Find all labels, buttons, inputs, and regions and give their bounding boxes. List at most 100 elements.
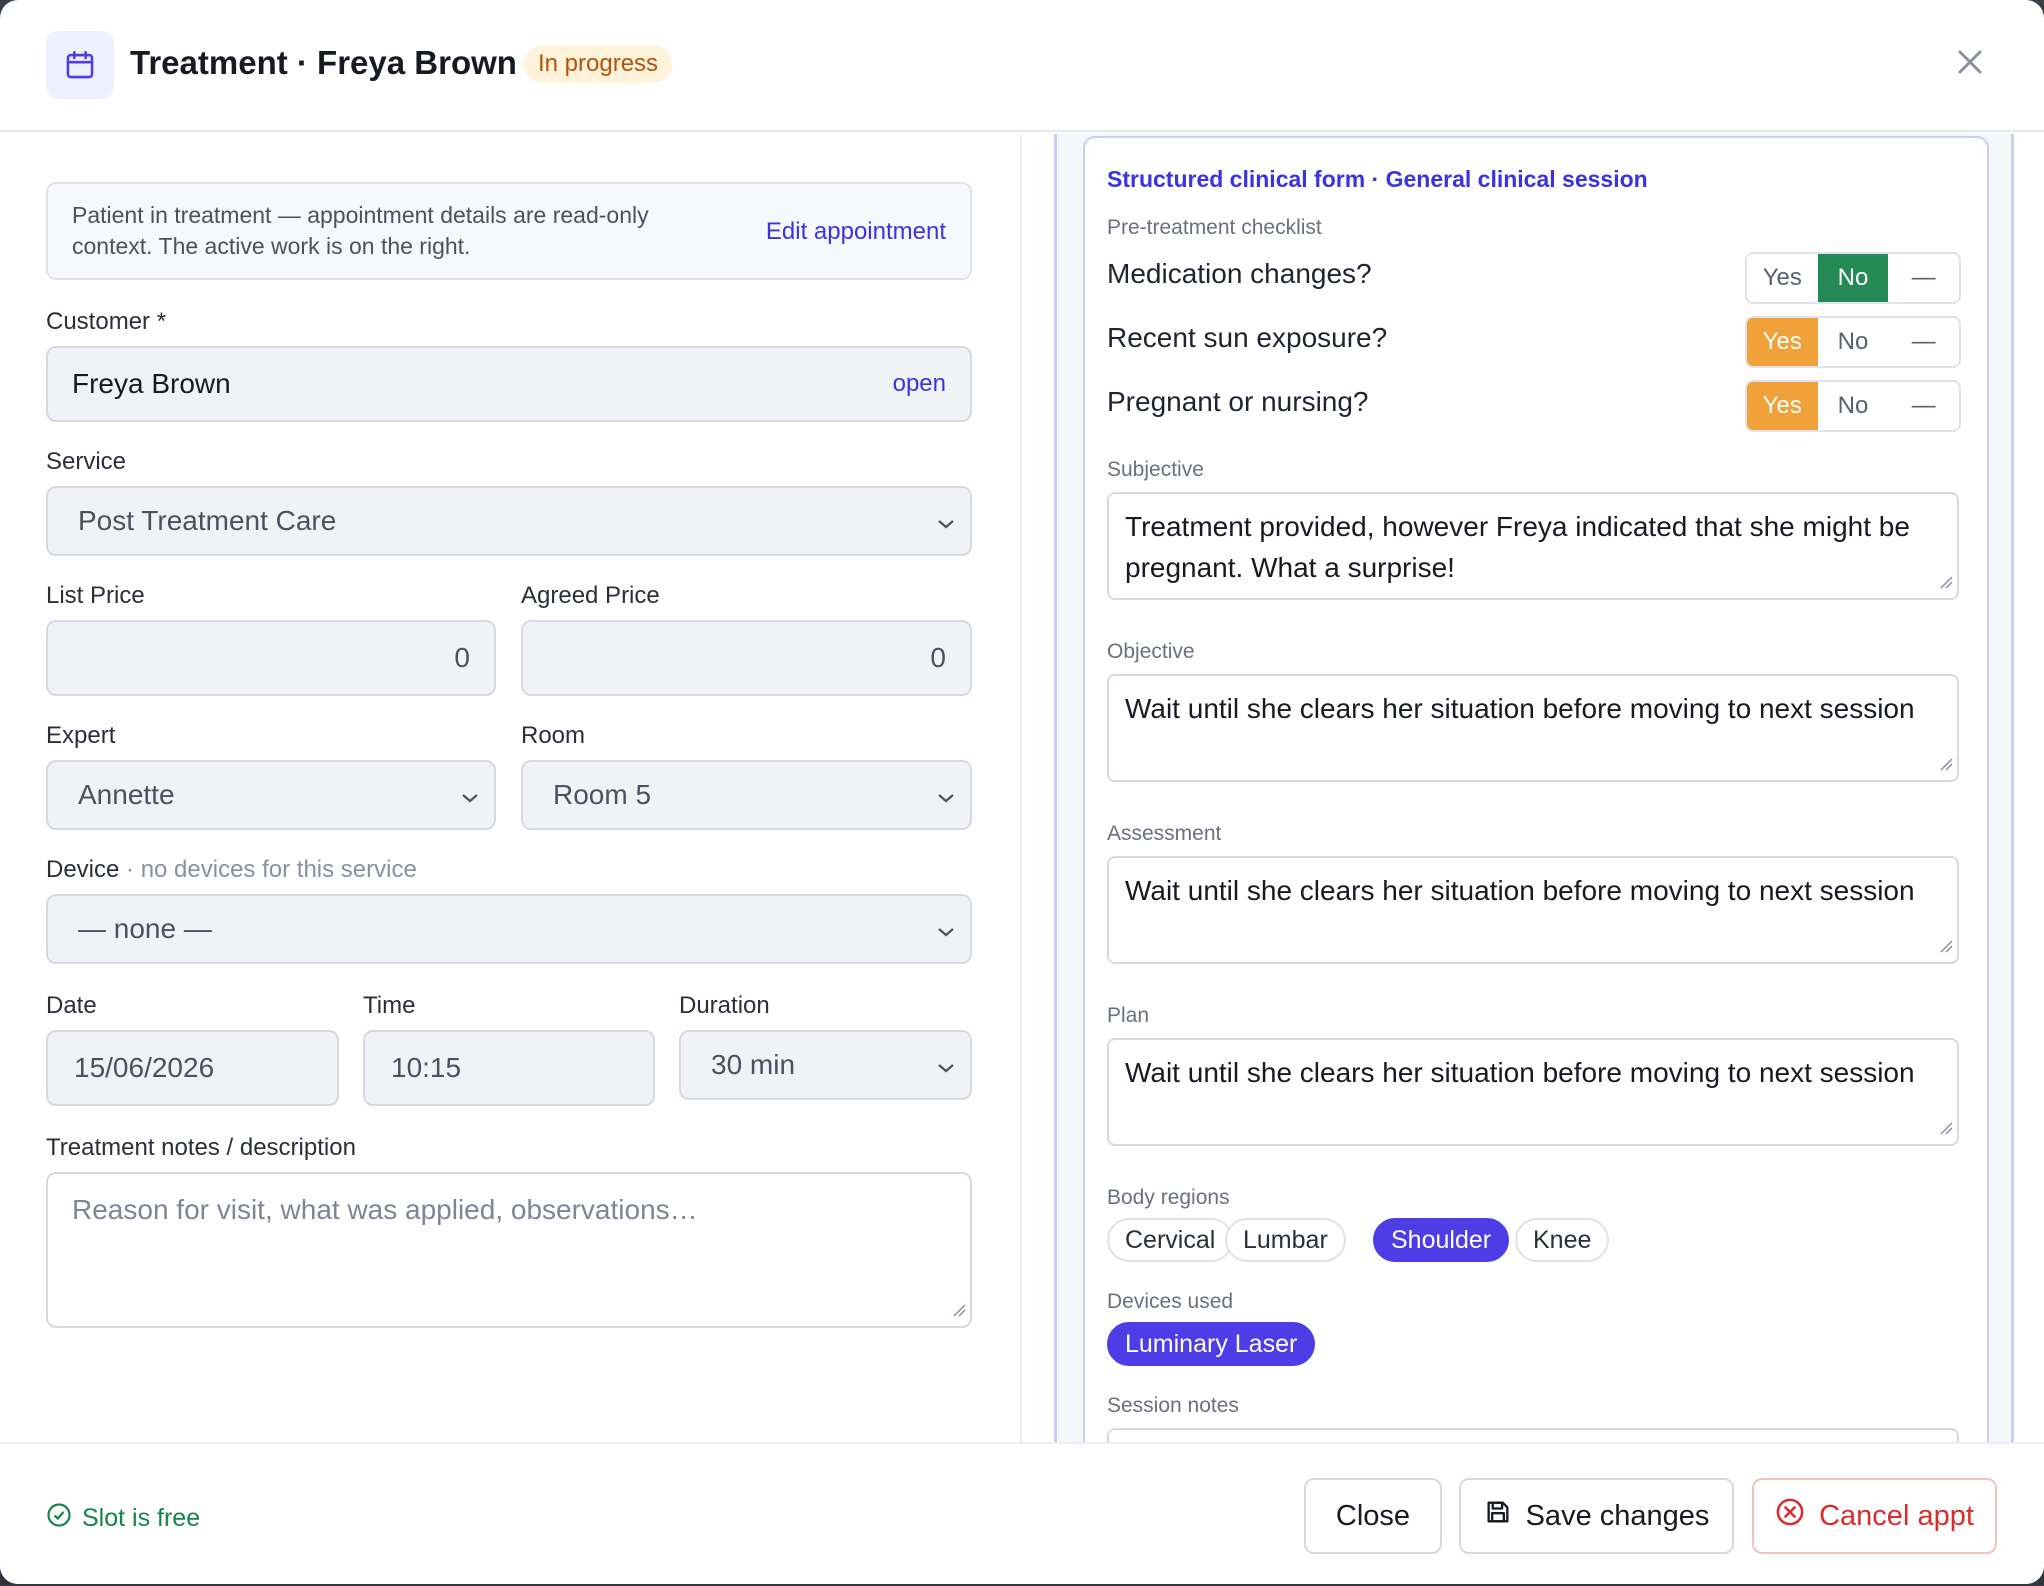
device-label: Device · no devices for this service bbox=[46, 856, 417, 884]
pregnant-toggle: Yes No — bbox=[1745, 380, 1961, 432]
service-select[interactable]: Post Treatment Care bbox=[46, 486, 972, 556]
assessment-textarea[interactable]: Wait until she clears her situation befo… bbox=[1107, 856, 1959, 964]
resize-grip-icon[interactable] bbox=[1939, 1121, 1953, 1140]
time-input[interactable]: 10:15 bbox=[363, 1030, 655, 1106]
room-value: Room 5 bbox=[553, 779, 652, 810]
date-value: 15/06/2026 bbox=[74, 1052, 215, 1083]
resize-grip-icon[interactable] bbox=[1939, 575, 1953, 594]
check-circle-icon bbox=[46, 1502, 72, 1535]
customer-value: Freya Brown bbox=[72, 368, 231, 399]
appointment-details-panel: Patient in treatment — appointment detai… bbox=[0, 134, 1020, 1442]
treatment-notes-textarea[interactable]: Reason for visit, what was applied, obse… bbox=[46, 1172, 972, 1328]
pregnant-yes[interactable]: Yes bbox=[1747, 382, 1818, 430]
chevron-down-icon bbox=[936, 1049, 956, 1081]
plan-textarea[interactable]: Wait until she clears her situation befo… bbox=[1107, 1038, 1959, 1146]
plan-value: Wait until she clears her situation befo… bbox=[1125, 1057, 1915, 1088]
close-button[interactable]: Close bbox=[1304, 1478, 1442, 1554]
chevron-down-icon bbox=[936, 779, 956, 811]
chip-luminary-laser[interactable]: Luminary Laser bbox=[1107, 1322, 1316, 1366]
chevron-down-icon bbox=[936, 505, 956, 537]
save-icon bbox=[1484, 1498, 1512, 1534]
readonly-info-box: Patient in treatment — appointment detai… bbox=[46, 182, 972, 280]
date-input[interactable]: 15/06/2026 bbox=[46, 1030, 339, 1106]
time-value: 10:15 bbox=[391, 1052, 462, 1083]
device-select[interactable]: — none — bbox=[46, 894, 972, 964]
sun-exposure-unset[interactable]: — bbox=[1888, 318, 1959, 366]
subjective-label: Subjective bbox=[1107, 458, 1204, 481]
customer-field[interactable]: Freya Brown open bbox=[46, 346, 972, 422]
chip-cervical[interactable]: Cervical bbox=[1107, 1218, 1234, 1262]
resize-grip-icon[interactable] bbox=[952, 1303, 966, 1322]
sun-exposure-yes[interactable]: Yes bbox=[1747, 318, 1818, 366]
device-label-text: Device bbox=[46, 856, 120, 883]
assessment-value: Wait until she clears her situation befo… bbox=[1125, 875, 1915, 906]
slot-status-text: Slot is free bbox=[82, 1504, 201, 1532]
modal-header: Treatment · Freya Brown In progress bbox=[0, 0, 2044, 132]
customer-label: Customer * bbox=[46, 308, 167, 335]
objective-label: Objective bbox=[1107, 640, 1195, 663]
chip-lumbar[interactable]: Lumbar bbox=[1225, 1218, 1346, 1262]
service-value: Post Treatment Care bbox=[78, 505, 337, 536]
duration-value: 30 min bbox=[711, 1049, 796, 1080]
medication-yes[interactable]: Yes bbox=[1747, 254, 1818, 302]
chip-shoulder[interactable]: Shoulder bbox=[1373, 1218, 1510, 1262]
medication-toggle: Yes No — bbox=[1745, 252, 1961, 304]
status-badge: In progress bbox=[524, 45, 673, 83]
chevron-down-icon bbox=[460, 779, 480, 811]
info-text: Patient in treatment — appointment detai… bbox=[72, 202, 649, 259]
body-regions-label: Body regions bbox=[1107, 1186, 1230, 1209]
form-title: Structured clinical form · General clini… bbox=[1107, 166, 1648, 192]
sun-exposure-toggle: Yes No — bbox=[1745, 316, 1961, 368]
resize-grip-icon[interactable] bbox=[1939, 939, 1953, 958]
clinical-form-scroll-area[interactable]: Structured clinical form · General clini… bbox=[1054, 134, 2014, 1488]
duration-select[interactable]: 30 min bbox=[679, 1030, 972, 1100]
device-note: · no devices for this service bbox=[126, 856, 417, 883]
list-price-label: List Price bbox=[46, 582, 145, 609]
question-pregnant: Pregnant or nursing? bbox=[1107, 386, 1369, 417]
room-label: Room bbox=[521, 722, 586, 749]
modal-title: Treatment · Freya Brown bbox=[130, 44, 517, 81]
expert-value: Annette bbox=[78, 779, 175, 810]
medication-unset[interactable]: — bbox=[1888, 254, 1959, 302]
chip-knee[interactable]: Knee bbox=[1515, 1218, 1610, 1262]
subjective-value: Treatment provided, however Freya indica… bbox=[1125, 511, 1910, 583]
save-changes-label: Save changes bbox=[1525, 1499, 1710, 1532]
device-value: — none — bbox=[78, 913, 212, 944]
objective-value: Wait until she clears her situation befo… bbox=[1125, 693, 1915, 724]
agreed-price-label: Agreed Price bbox=[521, 582, 660, 609]
expert-label: Expert bbox=[46, 722, 116, 749]
treatment-modal: Treatment · Freya Brown In progress Pati… bbox=[0, 0, 2044, 1584]
edit-appointment-link[interactable]: Edit appointment bbox=[766, 218, 946, 246]
medication-no[interactable]: No bbox=[1817, 254, 1889, 302]
structured-clinical-form: Structured clinical form · General clini… bbox=[1083, 136, 1989, 1488]
subjective-textarea[interactable]: Treatment provided, however Freya indica… bbox=[1107, 492, 1959, 600]
calendar-icon bbox=[46, 31, 114, 99]
duration-label: Duration bbox=[679, 992, 770, 1019]
pregnant-unset[interactable]: — bbox=[1888, 382, 1959, 430]
resize-grip-icon[interactable] bbox=[1939, 757, 1953, 776]
customer-open-link[interactable]: open bbox=[893, 370, 946, 398]
assessment-label: Assessment bbox=[1107, 822, 1222, 845]
session-notes-label: Session notes bbox=[1107, 1394, 1239, 1417]
close-button-label: Close bbox=[1335, 1499, 1411, 1532]
expert-select[interactable]: Annette bbox=[46, 760, 496, 830]
save-changes-button[interactable]: Save changes bbox=[1459, 1478, 1734, 1554]
treatment-notes-placeholder: Reason for visit, what was applied, obse… bbox=[72, 1194, 698, 1225]
list-price-input[interactable]: 0 bbox=[46, 620, 496, 696]
treatment-notes-label: Treatment notes / description bbox=[46, 1134, 356, 1161]
plan-label: Plan bbox=[1107, 1004, 1150, 1027]
agreed-price-input[interactable]: 0 bbox=[521, 620, 972, 696]
slot-status: Slot is free bbox=[46, 1502, 200, 1535]
question-sun-exposure: Recent sun exposure? bbox=[1107, 322, 1388, 353]
checklist-label: Pre-treatment checklist bbox=[1107, 216, 1322, 239]
objective-textarea[interactable]: Wait until she clears her situation befo… bbox=[1107, 674, 1959, 782]
service-label: Service bbox=[46, 448, 127, 475]
cancel-appointment-button[interactable]: Cancel appt bbox=[1752, 1478, 1997, 1554]
date-label: Date bbox=[46, 992, 97, 1019]
column-divider bbox=[1020, 134, 1022, 1442]
pregnant-no[interactable]: No bbox=[1818, 382, 1889, 430]
chevron-down-icon bbox=[936, 913, 956, 945]
room-select[interactable]: Room 5 bbox=[521, 760, 972, 830]
sun-exposure-no[interactable]: No bbox=[1818, 318, 1889, 366]
close-icon[interactable] bbox=[1954, 46, 1986, 78]
